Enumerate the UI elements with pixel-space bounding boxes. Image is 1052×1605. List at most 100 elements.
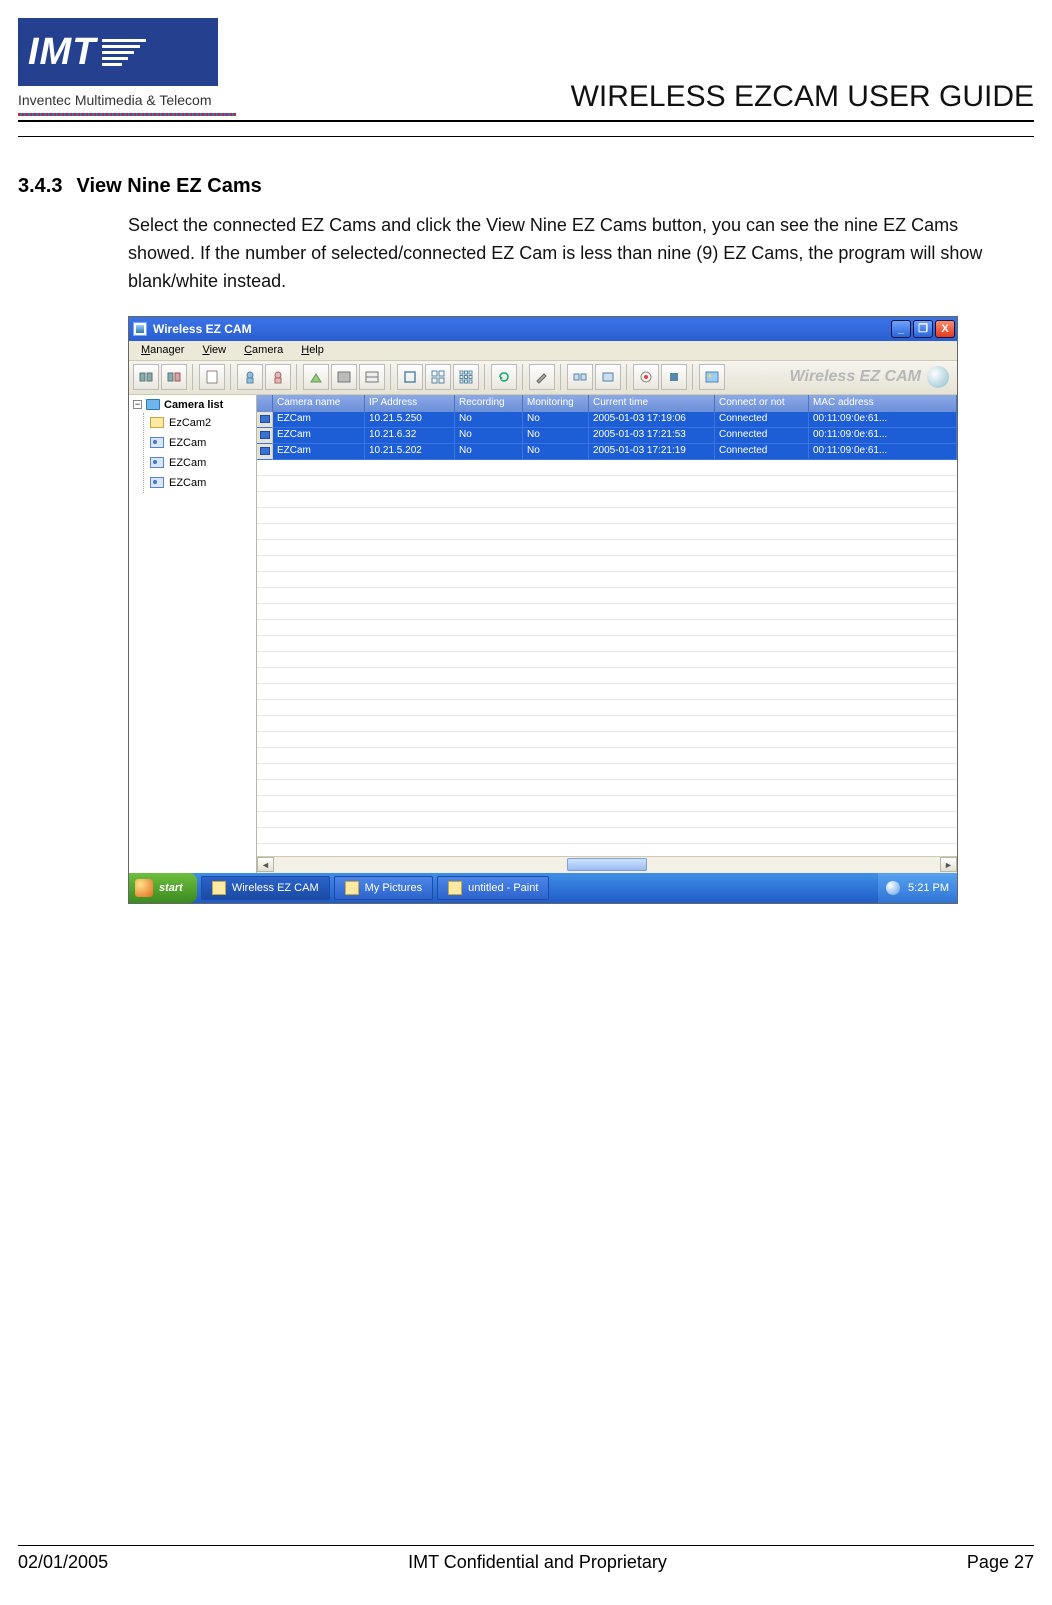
section-number: 3.4.3	[18, 175, 62, 198]
cell-time: 2005-01-03 17:19:06	[589, 412, 715, 428]
toolbar-btn-3[interactable]	[199, 364, 225, 390]
footer-date: 02/01/2005	[18, 1552, 108, 1573]
app-icon	[133, 322, 147, 336]
table-row[interactable]: EZCam10.21.5.250NoNo2005-01-03 17:19:06C…	[257, 412, 957, 428]
view-four-button[interactable]	[425, 364, 451, 390]
menu-camera[interactable]: Camera	[238, 343, 289, 357]
system-tray[interactable]: 5:21 PM	[878, 873, 957, 903]
windows-logo-icon	[135, 879, 153, 897]
scroll-right-icon[interactable]: ►	[940, 857, 957, 872]
grid-empty-area	[257, 460, 957, 856]
toolbar-btn-15[interactable]	[595, 364, 621, 390]
cell-conn: Connected	[715, 428, 809, 444]
tree-item-label: EZCam	[169, 477, 206, 489]
toolbar-btn-2[interactable]	[161, 364, 187, 390]
camera-tree[interactable]: − Camera list EzCam2 EZCam EZCam EZCam	[129, 395, 257, 873]
menubar: Manager View Camera Help	[129, 341, 957, 361]
menu-manager[interactable]: Manager	[135, 343, 190, 357]
logo-stripes-icon	[102, 39, 146, 66]
toolbar-btn-14[interactable]	[567, 364, 593, 390]
taskbar-item[interactable]: My Pictures	[334, 876, 433, 900]
section-body: Select the connected EZ Cams and click t…	[128, 212, 998, 296]
taskbar-item[interactable]: Wireless EZ CAM	[201, 876, 330, 900]
header-rule-1	[18, 120, 1034, 122]
task-label: Wireless EZ CAM	[232, 882, 319, 894]
tree-item-label: EZCam	[169, 457, 206, 469]
maximize-button[interactable]: ❐	[913, 320, 933, 338]
menu-help[interactable]: Help	[295, 343, 330, 357]
doc-title: WIRELESS EZCAM USER GUIDE	[571, 80, 1034, 116]
logo-underline	[18, 113, 236, 116]
cell-name: EZCam	[273, 428, 365, 444]
scroll-left-icon[interactable]: ◄	[257, 857, 274, 872]
minimize-button[interactable]: _	[891, 320, 911, 338]
table-row[interactable]: EZCam10.21.6.32NoNo2005-01-03 17:21:53Co…	[257, 428, 957, 444]
toolbar-btn-18[interactable]	[699, 364, 725, 390]
col-camera-name[interactable]: Camera name	[273, 395, 365, 412]
toolbar-btn-7[interactable]	[331, 364, 357, 390]
camera-icon	[150, 437, 164, 448]
refresh-button[interactable]	[491, 364, 517, 390]
taskbar: start Wireless EZ CAM My Pictures untitl…	[129, 873, 957, 903]
horizontal-scrollbar[interactable]: ◄ ►	[257, 856, 957, 873]
footer-page: Page 27	[967, 1552, 1034, 1573]
footer-rule	[18, 1545, 1034, 1546]
camera-icon	[150, 477, 164, 488]
tree-item[interactable]: EZCam	[150, 433, 256, 453]
clock: 5:21 PM	[908, 882, 949, 894]
task-icon	[212, 881, 226, 895]
col-monitoring[interactable]: Monitoring	[523, 395, 589, 412]
tree-root-label: Camera list	[164, 399, 223, 411]
toolbar-btn-5[interactable]	[265, 364, 291, 390]
toolbar-btn-16[interactable]	[633, 364, 659, 390]
settings-button[interactable]	[529, 364, 555, 390]
toolbar-btn-4[interactable]	[237, 364, 263, 390]
start-button[interactable]: start	[129, 873, 197, 903]
start-label: start	[159, 882, 183, 894]
logo-text: IMT	[28, 31, 96, 74]
toolbar-btn-8[interactable]	[359, 364, 385, 390]
cell-mon: No	[523, 444, 589, 460]
task-icon	[448, 881, 462, 895]
col-connect[interactable]: Connect or not	[715, 395, 809, 412]
col-ip[interactable]: IP Address	[365, 395, 455, 412]
cell-conn: Connected	[715, 444, 809, 460]
folder-icon	[146, 399, 160, 410]
footer-confidential: IMT Confidential and Proprietary	[408, 1552, 667, 1573]
grid-header[interactable]: Camera name IP Address Recording Monitor…	[257, 395, 957, 412]
menu-view[interactable]: View	[196, 343, 232, 357]
taskbar-item[interactable]: untitled - Paint	[437, 876, 549, 900]
cell-ip: 10.21.5.202	[365, 444, 455, 460]
cell-rec: No	[455, 412, 523, 428]
cell-name: EZCam	[273, 412, 365, 428]
tree-item[interactable]: EZCam	[150, 473, 256, 493]
toolbar: Wireless EZ CAM	[129, 361, 957, 395]
table-row[interactable]: EZCam10.21.5.202NoNo2005-01-03 17:21:19C…	[257, 444, 957, 460]
cell-mac: 00:11:09:0e:61...	[809, 444, 957, 460]
titlebar[interactable]: Wireless EZ CAM _ ❐ X	[129, 317, 957, 341]
toolbar-btn-1[interactable]	[133, 364, 159, 390]
scroll-thumb[interactable]	[567, 858, 647, 871]
task-icon	[345, 881, 359, 895]
tray-icon	[886, 881, 900, 895]
view-nine-button[interactable]	[453, 364, 479, 390]
cell-name: EZCam	[273, 444, 365, 460]
tree-collapse-icon[interactable]: −	[133, 400, 142, 409]
window-title: Wireless EZ CAM	[153, 322, 252, 336]
tree-item[interactable]: EZCam	[150, 453, 256, 473]
camera-icon	[260, 415, 270, 423]
cell-ip: 10.21.5.250	[365, 412, 455, 428]
col-time[interactable]: Current time	[589, 395, 715, 412]
tree-item-label: EZCam	[169, 437, 206, 449]
toolbar-btn-17[interactable]	[661, 364, 687, 390]
cell-conn: Connected	[715, 412, 809, 428]
toolbar-btn-6[interactable]	[303, 364, 329, 390]
close-button[interactable]: X	[935, 320, 955, 338]
camera-icon	[260, 447, 270, 455]
logo-subtitle: Inventec Multimedia & Telecom	[18, 92, 212, 112]
task-label: My Pictures	[365, 882, 422, 894]
col-recording[interactable]: Recording	[455, 395, 523, 412]
tree-item[interactable]: EzCam2	[150, 413, 256, 433]
view-one-button[interactable]	[397, 364, 423, 390]
col-mac[interactable]: MAC address	[809, 395, 957, 412]
